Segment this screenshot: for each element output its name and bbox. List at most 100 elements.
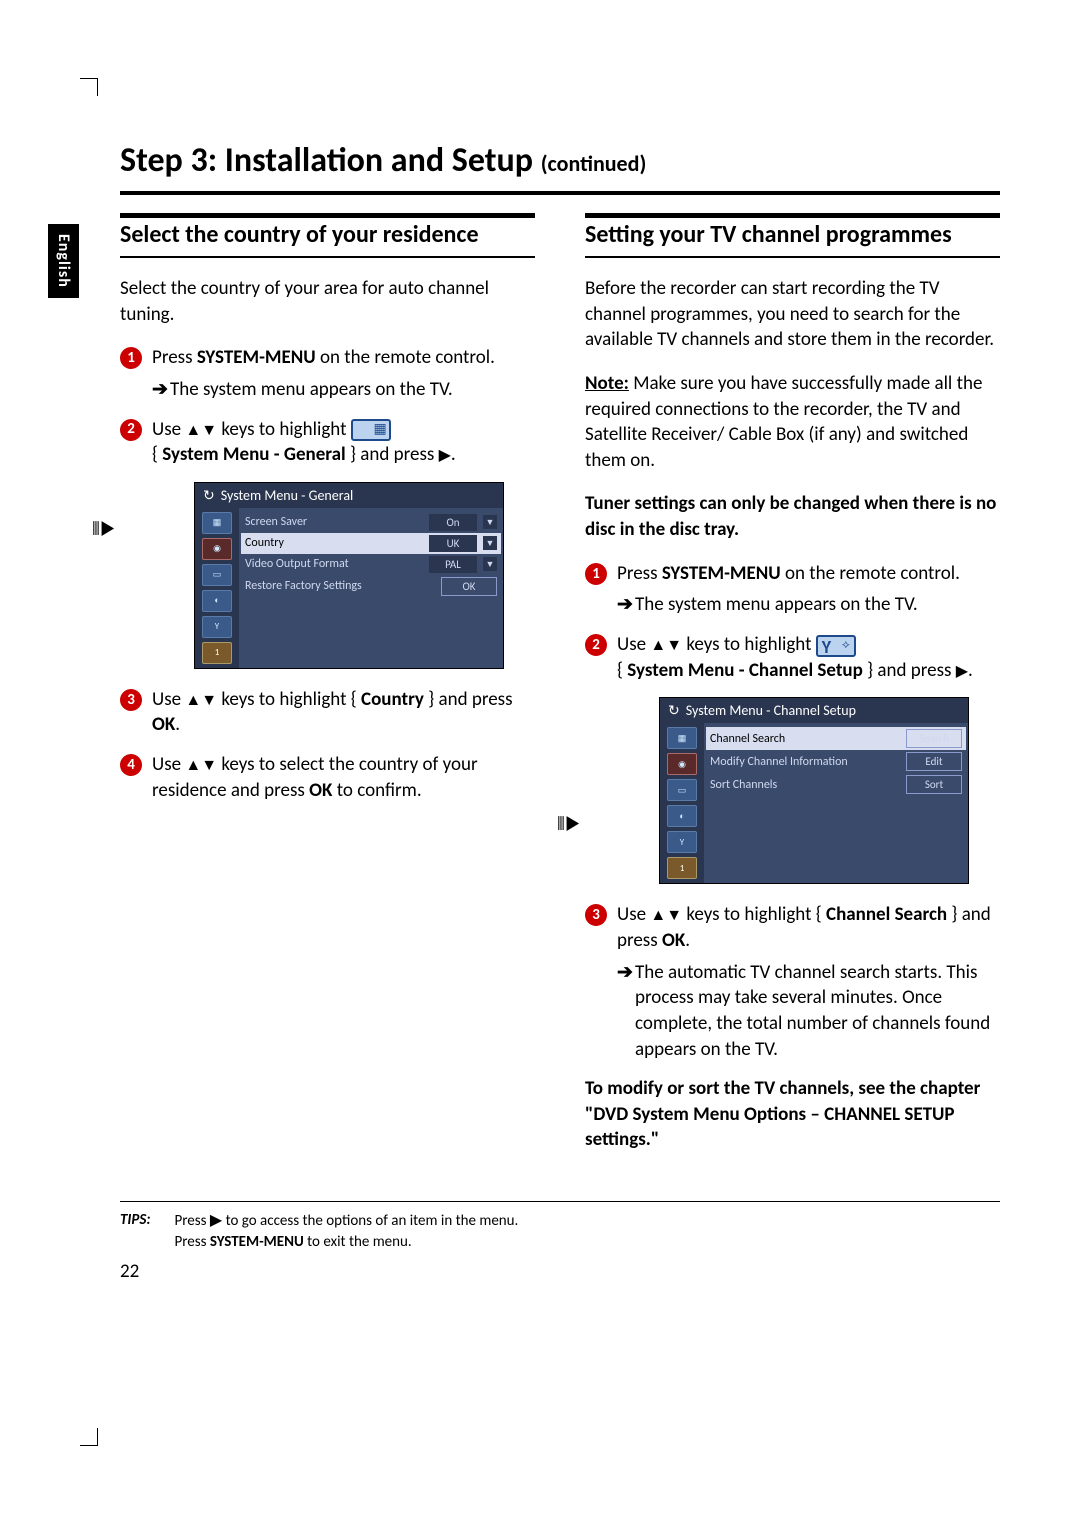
osd-row-label: Country: [245, 536, 423, 550]
osd-row-value: Search: [906, 729, 962, 748]
note-label: Note:: [585, 372, 629, 395]
text: Use: [152, 753, 185, 776]
osd-sidebar-icon: ▦: [667, 727, 697, 749]
osd-title: System Menu - General: [195, 483, 503, 508]
right-step-1-result: The system menu appears on the TV.: [585, 592, 1000, 618]
osd-sidebar-icon: ▭: [202, 564, 232, 586]
osd-row: Screen Saver On ▼: [245, 514, 497, 531]
crop-mark-top-left: [80, 78, 98, 96]
target-item: Country: [361, 688, 424, 711]
up-down-keys-icon: ▲▼: [185, 421, 217, 440]
right-step-3-result: The automatic TV channel search starts. …: [585, 960, 1000, 1063]
page-number: 22: [120, 1260, 139, 1283]
text: keys to highlight: [682, 633, 816, 656]
osd-row-label: Restore Factory Settings: [245, 579, 435, 593]
crop-mark-bottom-left: [80, 1428, 98, 1446]
text: Use: [152, 418, 185, 441]
osd-title: System Menu - Channel Setup: [660, 698, 968, 723]
text: } and press: [863, 659, 956, 682]
left-heading: Select the country of your residence: [120, 213, 535, 258]
text: Press: [175, 1233, 210, 1251]
page-title-continued: (continued): [541, 150, 647, 177]
dropdown-icon: ▼: [483, 536, 497, 550]
text: on the remote control.: [316, 346, 495, 369]
step-number-2-icon: 2: [585, 634, 607, 656]
osd-row-value: UK: [429, 535, 477, 552]
tips-body: Press ▶ to go access the options of an i…: [175, 1210, 519, 1253]
text: .: [968, 659, 973, 682]
text: to exit the menu.: [304, 1233, 412, 1251]
osd-sidebar-icon: Y: [202, 616, 232, 638]
left-step-1-result: The system menu appears on the TV.: [120, 377, 535, 403]
dropdown-icon: ▼: [483, 557, 497, 571]
right-step-2: 2 Use ▲▼ keys to highlight { System Menu…: [585, 632, 1000, 683]
osd-row-value: OK: [441, 577, 497, 596]
text: Press: [152, 346, 197, 369]
system-menu-label: SYSTEM-MENU: [197, 346, 316, 369]
step-number-4-icon: 4: [120, 754, 142, 776]
pointer-icon: ⦀▶: [92, 518, 116, 540]
right-step-3: 3 Use ▲▼ keys to highlight { Channel Sea…: [585, 902, 1000, 953]
osd-sidebar-icon: ◐: [202, 590, 232, 612]
step-number-1-icon: 1: [585, 563, 607, 585]
right-column: Setting your TV channel programmes Befor…: [585, 213, 1000, 1171]
ok-label: OK: [152, 713, 175, 736]
right-key-icon: ▶: [439, 446, 451, 465]
osd-sidebar-icon: Y: [667, 831, 697, 853]
up-down-keys-icon: ▲▼: [650, 906, 682, 925]
tips-separator: [120, 1201, 1000, 1202]
menu-path: System Menu - General: [162, 443, 345, 466]
osd-row-highlighted: Channel Search Search: [706, 727, 966, 750]
osd-sidebar-icon: ▭: [667, 779, 697, 801]
text: .: [685, 929, 690, 952]
text: Press: [175, 1212, 210, 1230]
left-step-1: 1 Press SYSTEM-MENU on the remote contro…: [120, 345, 535, 371]
step-number-2-icon: 2: [120, 419, 142, 441]
left-step-2: 2 Use ▲▼ keys to highlight { System Menu…: [120, 417, 535, 468]
general-menu-icon: [351, 419, 391, 441]
text: Use: [152, 688, 185, 711]
right-key-icon: ▶: [956, 662, 968, 681]
text: on the remote control.: [781, 562, 960, 585]
osd-row-value: Edit: [906, 752, 962, 771]
ok-label: OK: [662, 929, 685, 952]
target-item: Channel Search: [826, 903, 947, 926]
dropdown-icon: ▼: [483, 515, 497, 529]
text: keys to highlight {: [217, 688, 361, 711]
text: .: [451, 443, 456, 466]
osd-row-value: Sort: [906, 775, 962, 794]
osd-rows: Screen Saver On ▼ Country UK ▼ Video Out…: [239, 508, 503, 668]
osd-sidebar-icon: ◉: [202, 538, 232, 560]
osd-sidebar-icon: ▦: [202, 512, 232, 534]
ok-label: OK: [309, 779, 332, 802]
step-number-3-icon: 3: [120, 689, 142, 711]
osd-row-label: Modify Channel Information: [710, 755, 900, 769]
step-number-1-icon: 1: [120, 347, 142, 369]
system-menu-label: SYSTEM-MENU: [662, 562, 781, 585]
left-intro: Select the country of your area for auto…: [120, 276, 535, 327]
text: keys to highlight: [217, 418, 351, 441]
page-title-main: Step 3: Installation and Setup: [120, 140, 533, 181]
right-warning: Tuner settings can only be changed when …: [585, 491, 1000, 542]
right-heading: Setting your TV channel programmes: [585, 213, 1000, 258]
right-intro: Before the recorder can start recording …: [585, 276, 1000, 353]
language-tab: English: [48, 224, 79, 298]
menu-path: System Menu - Channel Setup: [627, 659, 863, 682]
osd-row-value: PAL: [429, 556, 477, 573]
note-body: Make sure you have successfully made all…: [585, 372, 982, 472]
pointer-icon: ⦀▶: [557, 813, 581, 835]
osd-row-value: On: [429, 514, 477, 531]
osd-row-label: Screen Saver: [245, 515, 423, 529]
system-menu-label: SYSTEM-MENU: [210, 1233, 304, 1251]
text: } and press: [346, 443, 439, 466]
osd-row: Modify Channel Information Edit: [710, 752, 962, 771]
right-note: Note: Make sure you have successfully ma…: [585, 371, 1000, 474]
page-content: English Step 3: Installation and Setup (…: [120, 140, 1000, 1253]
up-down-keys-icon: ▲▼: [650, 636, 682, 655]
osd-row-label: Channel Search: [710, 732, 900, 746]
text: Press: [617, 562, 662, 585]
page-title: Step 3: Installation and Setup (continue…: [120, 140, 1000, 195]
osd-channel-wrapper: ⦀▶ System Menu - Channel Setup ▦ ◉ ▭ ◐ Y…: [607, 697, 1000, 884]
osd-sidebar-icon: ◉: [667, 753, 697, 775]
text: keys to highlight {: [682, 903, 826, 926]
